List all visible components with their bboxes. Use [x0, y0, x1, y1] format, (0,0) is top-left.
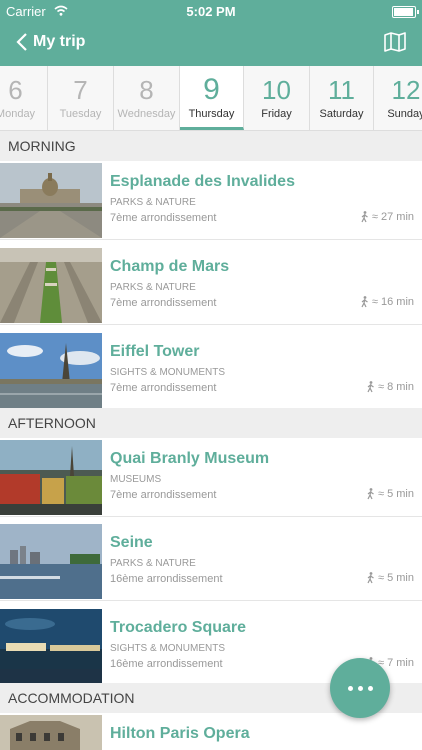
day-number: 8	[139, 75, 154, 105]
day-number: 10	[262, 75, 291, 105]
map-icon[interactable]	[384, 32, 406, 52]
place-area: 7ème arrondissement	[110, 489, 217, 501]
walk-time: ≈ 8 min	[366, 381, 414, 393]
day-number: 9	[203, 73, 220, 106]
day-tab-selected[interactable]: 9 Thursday	[180, 66, 244, 130]
place-title: Quai Branly Museum	[110, 450, 270, 467]
walk-time-label: ≈ 16 min	[371, 296, 414, 308]
day-name: Wednesday	[117, 108, 176, 120]
walk-time-label: ≈ 5 min	[378, 572, 414, 584]
place-photo	[0, 333, 102, 408]
place-title: Esplanade des Invalides	[110, 173, 295, 190]
walk-time: ≈ 16 min	[360, 296, 414, 308]
place-photo	[0, 163, 102, 238]
dot	[357, 685, 363, 691]
place-category: MUSEUMS	[110, 474, 162, 485]
walking-person-icon	[361, 211, 368, 223]
day-name: Sunday	[387, 108, 422, 120]
walk-time-label: ≈ 7 min	[378, 657, 414, 669]
place-category: SIGHTS & MONUMENTS	[110, 367, 226, 378]
more-dots-icon	[347, 685, 373, 691]
walking-person-icon	[367, 488, 374, 500]
list-item[interactable]: Champ de Mars PARKS & NATURE 7ème arrond…	[0, 246, 422, 325]
list-item[interactable]: Hilton Paris Opera	[0, 713, 422, 750]
place-title: Seine	[110, 534, 153, 551]
place-area: 7ème arrondissement	[110, 212, 217, 224]
day-number: 12	[391, 75, 421, 105]
status-time: 5:02 PM	[186, 4, 236, 19]
back-label: My trip	[33, 33, 86, 50]
dot	[367, 685, 373, 691]
app-header: Carrier 5:02 PM My trip	[0, 0, 422, 66]
day-number: 6	[8, 75, 23, 105]
battery-fill	[394, 8, 413, 16]
day-number: 11	[328, 75, 355, 105]
place-photo	[0, 715, 102, 750]
dot	[347, 685, 353, 691]
walk-time-label: ≈ 8 min	[378, 381, 414, 393]
status-bar: Carrier 5:02 PM	[0, 0, 422, 22]
place-area: 16ème arrondissement	[110, 658, 223, 670]
day-name: Saturday	[319, 108, 364, 120]
day-tab[interactable]: 12 Sunday	[374, 66, 422, 130]
place-area: 16ème arrondissement	[110, 573, 223, 585]
walking-person-icon	[367, 572, 374, 584]
list-item[interactable]: Esplanade des Invalides PARKS & NATURE 7…	[0, 161, 422, 240]
place-area: 7ème arrondissement	[110, 382, 217, 394]
battery-icon	[392, 6, 419, 18]
day-name: Thursday	[188, 108, 235, 120]
place-title: Trocadero Square	[110, 619, 247, 636]
day-name: Tuesday	[59, 108, 102, 120]
walk-time-label: ≈ 5 min	[378, 488, 414, 500]
day-tab[interactable]: 10 Friday	[244, 66, 310, 130]
place-photo	[0, 440, 102, 515]
place-photo	[0, 524, 102, 599]
place-title: Champ de Mars	[110, 258, 230, 275]
day-tab[interactable]: 7 Tuesday	[48, 66, 114, 130]
place-category: SIGHTS & MONUMENTS	[110, 643, 226, 654]
section-header-morning: MORNING	[0, 131, 422, 161]
walking-person-icon	[367, 381, 374, 393]
walk-time: ≈ 5 min	[366, 488, 414, 500]
place-area: 7ème arrondissement	[110, 297, 217, 309]
day-name: Monday	[0, 108, 36, 120]
nav-bar: My trip	[0, 26, 422, 62]
place-title: Hilton Paris Opera	[110, 725, 250, 742]
day-name: Friday	[261, 108, 292, 120]
day-selector: 6 Monday 7 Tuesday 8 Wednesday 9 Thursday 10…	[0, 66, 422, 131]
place-category: PARKS & NATURE	[110, 197, 196, 208]
place-photo	[0, 609, 102, 684]
day-number: 7	[73, 75, 88, 105]
more-actions-button[interactable]	[330, 658, 390, 718]
place-category: PARKS & NATURE	[110, 558, 196, 569]
walk-time-label: ≈ 27 min	[371, 211, 414, 223]
list-item[interactable]: Seine PARKS & NATURE 16ème arrondissemen…	[0, 522, 422, 601]
place-title: Eiffel Tower	[110, 343, 200, 360]
place-photo	[0, 248, 102, 323]
section-header-afternoon: AFTERNOON	[0, 408, 422, 438]
chevron-left-icon	[16, 33, 27, 51]
list-item[interactable]: Eiffel Tower SIGHTS & MONUMENTS 7ème arr…	[0, 331, 422, 410]
day-tab[interactable]: 11 Saturday	[310, 66, 374, 130]
place-category: PARKS & NATURE	[110, 282, 196, 293]
back-button[interactable]: My trip	[16, 32, 85, 52]
list-item[interactable]: Quai Branly Museum MUSEUMS 7ème arrondis…	[0, 438, 422, 517]
walking-person-icon	[361, 296, 368, 308]
walk-time: ≈ 5 min	[366, 572, 414, 584]
day-tab[interactable]: 8 Wednesday	[114, 66, 180, 130]
day-tab[interactable]: 6 Monday	[0, 66, 48, 130]
walk-time: ≈ 27 min	[360, 211, 414, 223]
